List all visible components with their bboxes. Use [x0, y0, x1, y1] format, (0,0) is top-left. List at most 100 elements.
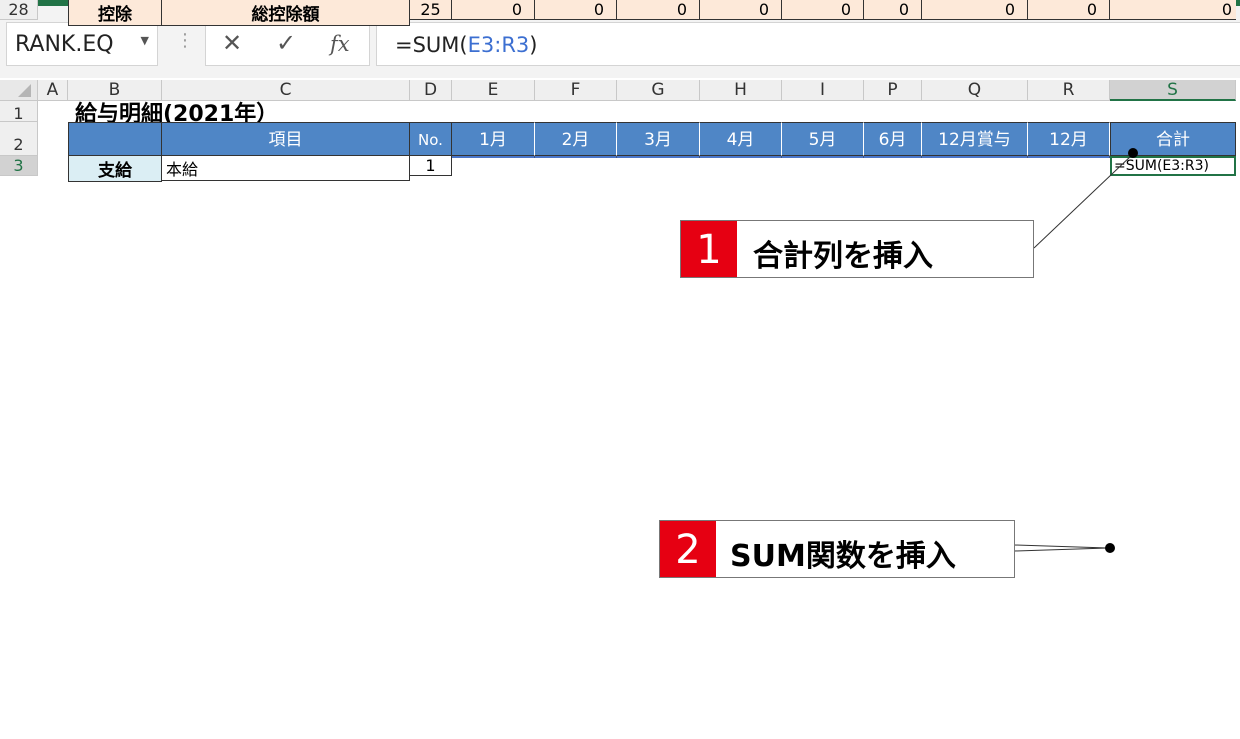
header-month-label: 1月: [479, 130, 507, 150]
subtotal-value-text: 0: [840, 0, 851, 19]
header-item: 項目: [162, 122, 410, 156]
callout-number: 1: [681, 221, 737, 277]
column-header-h[interactable]: H: [700, 80, 782, 101]
column-header-q[interactable]: Q: [922, 80, 1028, 101]
group-pay-label: 支給: [98, 161, 132, 181]
enter-icon[interactable]: ✓: [276, 29, 296, 57]
row-header-label: 3: [13, 156, 24, 175]
column-header-label: R: [1062, 80, 1075, 100]
formula-suffix: ): [529, 33, 538, 57]
data-cell[interactable]: [864, 156, 922, 158]
callout-label: SUM関数を挿入: [730, 539, 956, 574]
more-icon[interactable]: ⋮: [176, 30, 194, 51]
formula-text: =SUM(E3:R3): [395, 33, 537, 57]
column-header-e[interactable]: E: [452, 80, 535, 101]
column-header-i[interactable]: I: [782, 80, 864, 101]
subtotal-value-text: 0: [1004, 0, 1015, 19]
subtotal-value[interactable]: 0: [922, 0, 1028, 20]
subtotal-value-text: 0: [1086, 0, 1097, 19]
subtotal-value[interactable]: 0: [782, 0, 864, 20]
column-header-label: G: [651, 80, 665, 100]
header-month: 1月: [452, 122, 535, 156]
group-deduct-label: 控除: [98, 5, 132, 25]
subtotal-total[interactable]: 0: [1110, 0, 1236, 20]
column-header-label: D: [423, 80, 438, 100]
item-name: 本給: [162, 156, 410, 181]
insert-function-icon[interactable]: fx: [330, 32, 350, 56]
header-month-label: 12月: [1049, 130, 1088, 150]
column-header-label: B: [108, 80, 121, 100]
formula-input[interactable]: =SUM(E3:R3): [376, 22, 1240, 66]
item-no-text: 1: [425, 156, 436, 175]
header-month-label: 2月: [561, 130, 590, 150]
subtotal-value[interactable]: 0: [864, 0, 922, 20]
data-cell[interactable]: [1028, 156, 1110, 158]
header-no-label: No.: [418, 131, 443, 149]
header-month: 12月賞与: [922, 122, 1028, 156]
subtotal-value[interactable]: 0: [1028, 0, 1110, 20]
select-all-corner[interactable]: [0, 80, 38, 101]
subtotal-value-text: 0: [758, 0, 769, 19]
header-month: 12月: [1028, 122, 1110, 156]
row-header[interactable]: 3: [0, 156, 38, 176]
item-no: 1: [410, 156, 452, 176]
column-header-b[interactable]: B: [68, 80, 162, 101]
column-header-label: A: [46, 80, 59, 100]
data-cell[interactable]: [922, 156, 1028, 158]
column-header-c[interactable]: C: [162, 80, 410, 101]
formula-buttons: ✕ ✓ fx: [205, 22, 370, 66]
formula-reference: E3:R3: [467, 33, 530, 57]
chevron-down-icon[interactable]: ▼: [141, 34, 149, 47]
subtotal-value[interactable]: 0: [452, 0, 535, 20]
row-header[interactable]: 2: [0, 122, 38, 156]
subtotal-no: 25: [410, 0, 452, 20]
group-deduct: 控除: [68, 0, 162, 26]
name-box[interactable]: RANK.EQ ▼: [6, 22, 158, 66]
subtotal-value-text: 0: [593, 0, 604, 19]
total-formula-text: =SUM(E3:R3): [1114, 158, 1209, 174]
subtotal-name: 総控除額: [162, 0, 410, 26]
header-month: 5月: [782, 122, 864, 156]
subtotal-value[interactable]: 0: [535, 0, 617, 20]
subtotal-value-text: 0: [511, 0, 522, 19]
row-header-label: 1: [13, 104, 24, 123]
data-cell[interactable]: [535, 156, 617, 158]
subtotal-value-text: 0: [676, 0, 687, 19]
formula-prefix: =SUM(: [395, 33, 468, 57]
header-no: No.: [410, 122, 452, 156]
subtotal-no-text: 25: [420, 0, 441, 19]
total-cell-active[interactable]: =SUM(E3:R3): [1110, 156, 1236, 176]
column-header-label: C: [279, 80, 292, 100]
subtotal-value[interactable]: 0: [617, 0, 700, 20]
column-header-label: I: [819, 80, 825, 100]
row-header[interactable]: 1: [0, 101, 38, 123]
data-cell[interactable]: [700, 156, 782, 158]
column-header-label: H: [734, 80, 747, 100]
column-header-p[interactable]: P: [864, 80, 922, 101]
callout2-pointer-a: [1014, 544, 1109, 549]
column-header-g[interactable]: G: [617, 80, 700, 101]
header-total-label: 合計: [1156, 130, 1190, 150]
header-month-label: 12月賞与: [938, 130, 1011, 150]
subtotal-value[interactable]: 0: [700, 0, 782, 20]
column-header-d[interactable]: D: [410, 80, 452, 101]
callout2-pointer-b: [1014, 547, 1109, 552]
column-header-s[interactable]: S: [1110, 80, 1236, 101]
column-header-a[interactable]: A: [38, 80, 68, 101]
callout2-pointer-dot: [1105, 543, 1115, 553]
header-blank: [68, 122, 162, 156]
group-pay: 支給: [68, 156, 162, 182]
row-header[interactable]: 28: [0, 0, 38, 20]
header-month: 6月: [864, 122, 922, 156]
data-cell[interactable]: [617, 156, 700, 158]
data-cell[interactable]: [782, 156, 864, 158]
header-month-label: 6月: [878, 130, 907, 150]
cancel-icon[interactable]: ✕: [222, 29, 242, 57]
callout-number: 2: [660, 521, 716, 577]
column-header-r[interactable]: R: [1028, 80, 1110, 101]
header-month: 2月: [535, 122, 617, 156]
column-header-f[interactable]: F: [535, 80, 617, 101]
item-name-text: 本給: [166, 160, 199, 179]
data-cell[interactable]: [452, 156, 535, 158]
row-header-label: 2: [13, 135, 24, 154]
